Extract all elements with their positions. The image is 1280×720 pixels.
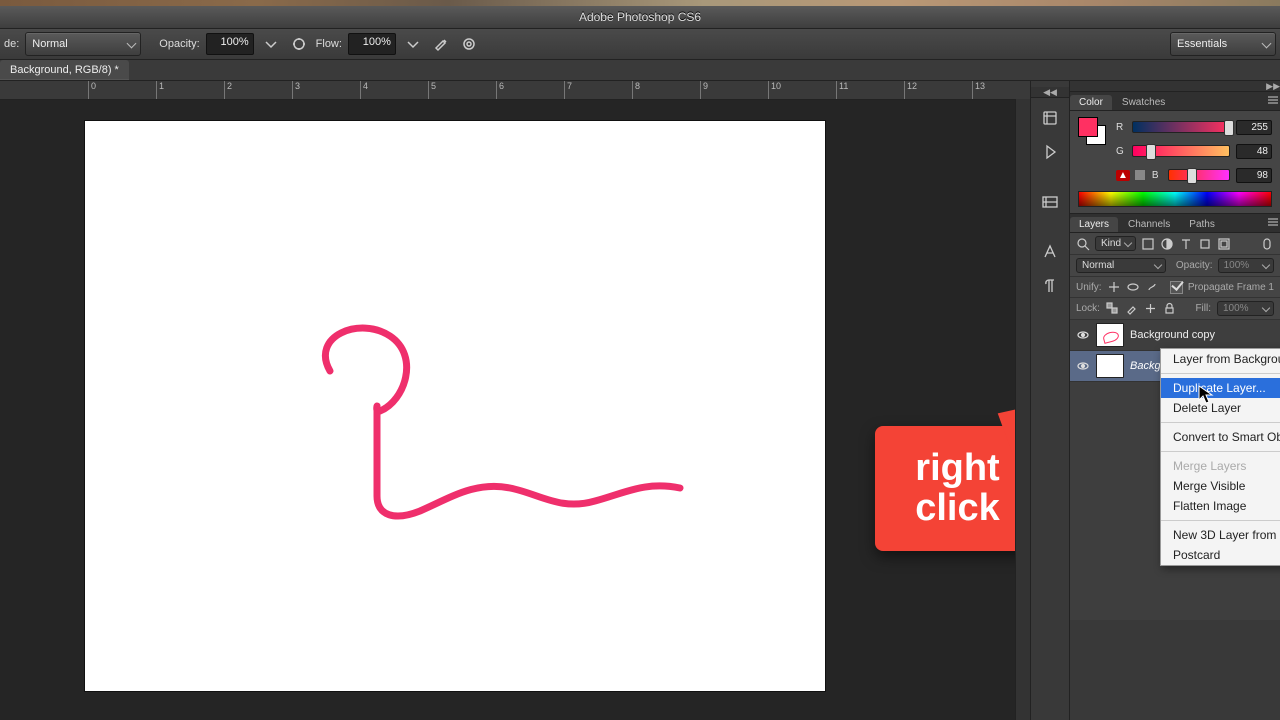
panel-menu-icon[interactable]: [1266, 93, 1280, 110]
r-value[interactable]: 255: [1236, 120, 1272, 135]
lock-label: Lock:: [1076, 303, 1100, 314]
color-spectrum[interactable]: [1078, 191, 1272, 207]
lock-pixels-icon[interactable]: [1125, 302, 1138, 315]
layer-row[interactable]: Background copy: [1070, 320, 1280, 351]
menu-separator: [1161, 373, 1280, 374]
actions-icon[interactable]: [1036, 138, 1064, 166]
b-value[interactable]: 98: [1236, 168, 1272, 183]
tab-paths[interactable]: Paths: [1180, 217, 1224, 232]
propagate-checkbox[interactable]: [1170, 281, 1183, 294]
lock-position-icon[interactable]: [1144, 302, 1157, 315]
r-label: R: [1116, 122, 1126, 133]
blend-mode-select[interactable]: Normal: [25, 32, 141, 56]
properties-icon[interactable]: [1036, 188, 1064, 216]
menu-new-3d-layer[interactable]: New 3D Layer from File...: [1161, 525, 1280, 545]
canvas-area: 0 1 2 3 4 5 6 7 8 9 10 11 12 13 rightcli…: [0, 81, 1030, 720]
layer-name[interactable]: Background copy: [1130, 329, 1215, 341]
menu-separator: [1161, 520, 1280, 521]
foreground-background-swatch[interactable]: [1078, 117, 1106, 145]
layer-filter-row: Kind: [1070, 233, 1280, 255]
mode-label: de:: [4, 38, 19, 50]
airbrush-icon[interactable]: [430, 33, 452, 55]
flow-dropdown-icon[interactable]: [402, 33, 424, 55]
paragraph-icon[interactable]: [1036, 272, 1064, 300]
character-icon[interactable]: [1036, 238, 1064, 266]
flow-label: Flow:: [316, 38, 342, 50]
b-slider[interactable]: [1168, 169, 1230, 181]
visibility-toggle-icon[interactable]: [1076, 359, 1090, 373]
g-slider[interactable]: [1132, 145, 1230, 157]
pressure-opacity-icon[interactable]: [288, 33, 310, 55]
layer-opacity-label: Opacity:: [1176, 260, 1213, 271]
collapsed-dock: ◀◀: [1030, 81, 1069, 720]
propagate-label: Propagate Frame 1: [1188, 282, 1274, 293]
flow-input[interactable]: 100%: [348, 33, 396, 55]
search-icon[interactable]: [1076, 237, 1090, 251]
opacity-input[interactable]: 100%: [206, 33, 254, 55]
opacity-label: Opacity:: [159, 38, 199, 50]
r-slider[interactable]: [1132, 121, 1230, 133]
g-label: G: [1116, 146, 1126, 157]
app-titlebar: Adobe Photoshop CS6: [0, 6, 1280, 28]
window-chrome-strip: [0, 0, 1280, 6]
filter-kind-select[interactable]: Kind: [1095, 236, 1136, 251]
opacity-dropdown-icon[interactable]: [260, 33, 282, 55]
filter-toggle-icon[interactable]: [1260, 237, 1274, 251]
lock-all-icon[interactable]: [1163, 302, 1176, 315]
menu-merge-layers: Merge Layers: [1161, 456, 1280, 476]
fill-label: Fill:: [1195, 303, 1211, 314]
tab-swatches[interactable]: Swatches: [1113, 95, 1174, 110]
filter-pixel-icon[interactable]: [1141, 237, 1155, 251]
color-panel: Color Swatches R 255: [1070, 92, 1280, 214]
unify-visibility-icon[interactable]: [1126, 280, 1140, 294]
visibility-toggle-icon[interactable]: [1076, 328, 1090, 342]
unify-label: Unify:: [1076, 282, 1102, 293]
tab-channels[interactable]: Channels: [1119, 217, 1179, 232]
tab-layers[interactable]: Layers: [1070, 217, 1118, 232]
filter-adjust-icon[interactable]: [1160, 237, 1174, 251]
workspace-select[interactable]: Essentials: [1170, 32, 1276, 56]
layer-context-menu: Layer from Background... Duplicate Layer…: [1160, 348, 1280, 566]
lock-transparent-icon[interactable]: [1106, 302, 1119, 315]
filter-smart-icon[interactable]: [1217, 237, 1231, 251]
b-label: B: [1152, 170, 1162, 181]
filter-type-icon[interactable]: [1179, 237, 1193, 251]
layer-opacity-value[interactable]: 100%: [1218, 258, 1274, 273]
menu-duplicate-layer[interactable]: Duplicate Layer...: [1161, 378, 1280, 398]
options-bar: de: Normal Opacity: 100% Flow: 100% Esse…: [0, 28, 1280, 60]
layers-menu-icon[interactable]: [1266, 215, 1280, 232]
menu-layer-from-background[interactable]: Layer from Background...: [1161, 349, 1280, 369]
menu-separator: [1161, 422, 1280, 423]
pressure-size-icon[interactable]: [458, 33, 480, 55]
menu-convert-smart-object[interactable]: Convert to Smart Object: [1161, 427, 1280, 447]
canvas[interactable]: [85, 121, 825, 691]
annotation-text: rightclick: [915, 449, 1000, 529]
panels-collapse[interactable]: ▶▶: [1070, 81, 1280, 92]
layer-blend-mode[interactable]: Normal: [1076, 258, 1166, 273]
fill-value[interactable]: 100%: [1217, 301, 1274, 316]
scrollbar-vertical[interactable]: [1015, 99, 1030, 720]
history-icon[interactable]: [1036, 104, 1064, 132]
annotation-callout: rightclick: [875, 426, 1030, 551]
g-value[interactable]: 48: [1236, 144, 1272, 159]
document-tab[interactable]: Background, RGB/8) *: [0, 60, 129, 80]
menu-merge-visible[interactable]: Merge Visible: [1161, 476, 1280, 496]
menu-postcard[interactable]: Postcard: [1161, 545, 1280, 565]
menu-delete-layer[interactable]: Delete Layer: [1161, 398, 1280, 418]
unify-position-icon[interactable]: [1107, 280, 1121, 294]
dock-collapse-arrow[interactable]: ◀◀: [1031, 87, 1069, 98]
menu-separator: [1161, 451, 1280, 452]
gamut-warning[interactable]: ▲: [1116, 169, 1146, 181]
document-tab-bar: Background, RGB/8) *: [0, 60, 1280, 81]
app-title: Adobe Photoshop CS6: [579, 10, 701, 24]
foreground-color-swatch[interactable]: [1078, 117, 1098, 137]
drawn-stroke: [300, 316, 700, 546]
unify-style-icon[interactable]: [1145, 280, 1159, 294]
tab-color[interactable]: Color: [1070, 95, 1112, 110]
ruler-horizontal[interactable]: 0 1 2 3 4 5 6 7 8 9 10 11 12 13: [0, 81, 1030, 100]
layer-thumbnail[interactable]: [1096, 354, 1124, 378]
layer-thumbnail[interactable]: [1096, 323, 1124, 347]
filter-shape-icon[interactable]: [1198, 237, 1212, 251]
menu-flatten-image[interactable]: Flatten Image: [1161, 496, 1280, 516]
